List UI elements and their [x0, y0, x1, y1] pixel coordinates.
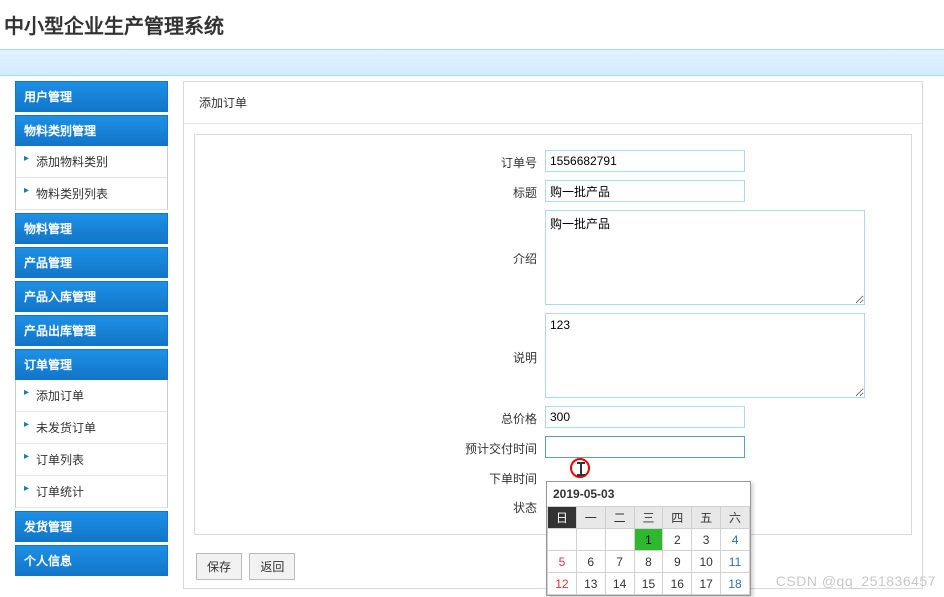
datepicker-day[interactable]: [605, 529, 634, 551]
datepicker-header: 2019-05-03: [547, 482, 750, 506]
textarea-intro[interactable]: [545, 210, 865, 305]
weekday-sat: 六: [721, 507, 750, 529]
weekday-tue: 二: [605, 507, 634, 529]
nav-item-order-list[interactable]: 订单列表: [16, 444, 167, 476]
weekday-wed: 三: [634, 507, 663, 529]
datepicker-day[interactable]: 16: [663, 573, 692, 595]
datepicker-day[interactable]: 7: [605, 551, 634, 573]
label-desc: 说明: [205, 313, 545, 366]
datepicker-popup[interactable]: 2019-05-03 日 一 二 三 四 五 六 123456789101112…: [546, 481, 751, 596]
nav-item-unshipped-orders[interactable]: 未发货订单: [16, 412, 167, 444]
nav-item-add-order[interactable]: 添加订单: [16, 380, 167, 412]
label-order-time: 下单时间: [205, 466, 545, 487]
nav-group-shipping[interactable]: 发货管理: [15, 511, 168, 542]
input-order-no[interactable]: [545, 150, 745, 172]
datepicker-calendar: 日 一 二 三 四 五 六 12345678910111213141516171…: [547, 506, 750, 595]
nav-group-product-inbound[interactable]: 产品入库管理: [15, 281, 168, 312]
label-title: 标题: [205, 180, 545, 201]
nav-group-product-outbound[interactable]: 产品出库管理: [15, 315, 168, 346]
nav-item-order-stats[interactable]: 订单统计: [16, 476, 167, 508]
weekday-thu: 四: [663, 507, 692, 529]
input-price[interactable]: [545, 406, 745, 428]
datepicker-day[interactable]: 12: [548, 573, 577, 595]
datepicker-day[interactable]: [576, 529, 605, 551]
content-header: 添加订单: [184, 82, 922, 124]
save-button[interactable]: 保存: [196, 553, 242, 580]
weekday-fri: 五: [692, 507, 721, 529]
input-title[interactable]: [545, 180, 745, 202]
nav-group-materials[interactable]: 物料管理: [15, 213, 168, 244]
datepicker-day[interactable]: 8: [634, 551, 663, 573]
datepicker-day[interactable]: 1: [634, 529, 663, 551]
datepicker-day[interactable]: 13: [576, 573, 605, 595]
datepicker-day[interactable]: 14: [605, 573, 634, 595]
datepicker-day[interactable]: 6: [576, 551, 605, 573]
nav-item-add-material-category[interactable]: 添加物料类别: [16, 146, 167, 178]
datepicker-day[interactable]: 10: [692, 551, 721, 573]
datepicker-day[interactable]: 15: [634, 573, 663, 595]
sidebar: 用户管理 物料类别管理 添加物料类别 物料类别列表 物料管理 产品管理 产品入库…: [15, 81, 168, 589]
weekday-sun: 日: [548, 507, 577, 529]
label-status: 状态: [205, 495, 545, 516]
datepicker-day[interactable]: 4: [721, 529, 750, 551]
nav-group-profile[interactable]: 个人信息: [15, 545, 168, 576]
input-delivery-date[interactable]: [545, 436, 745, 458]
datepicker-day[interactable]: 3: [692, 529, 721, 551]
datepicker-day[interactable]: 11: [721, 551, 750, 573]
label-price: 总价格: [205, 406, 545, 427]
nav-group-orders[interactable]: 订单管理: [15, 349, 168, 380]
datepicker-day[interactable]: 5: [548, 551, 577, 573]
nav-group-material-category[interactable]: 物料类别管理: [15, 115, 168, 146]
weekday-mon: 一: [576, 507, 605, 529]
datepicker-day[interactable]: 18: [721, 573, 750, 595]
label-intro: 介绍: [205, 210, 545, 267]
order-form: 订单号 标题 介绍 说明 总价格: [194, 134, 912, 535]
datepicker-day[interactable]: 9: [663, 551, 692, 573]
watermark: CSDN @qq_251836457: [776, 573, 936, 589]
label-delivery: 预计交付时间: [205, 436, 545, 457]
nav-group-products[interactable]: 产品管理: [15, 247, 168, 278]
nav-item-material-category-list[interactable]: 物料类别列表: [16, 178, 167, 210]
datepicker-day[interactable]: 17: [692, 573, 721, 595]
datepicker-day[interactable]: 2: [663, 529, 692, 551]
back-button[interactable]: 返回: [249, 553, 295, 580]
top-bar: [0, 49, 944, 76]
label-order-no: 订单号: [205, 150, 545, 171]
datepicker-day[interactable]: [548, 529, 577, 551]
app-title: 中小型企业生产管理系统: [0, 0, 944, 49]
nav-group-users[interactable]: 用户管理: [15, 81, 168, 112]
textarea-desc[interactable]: [545, 313, 865, 398]
